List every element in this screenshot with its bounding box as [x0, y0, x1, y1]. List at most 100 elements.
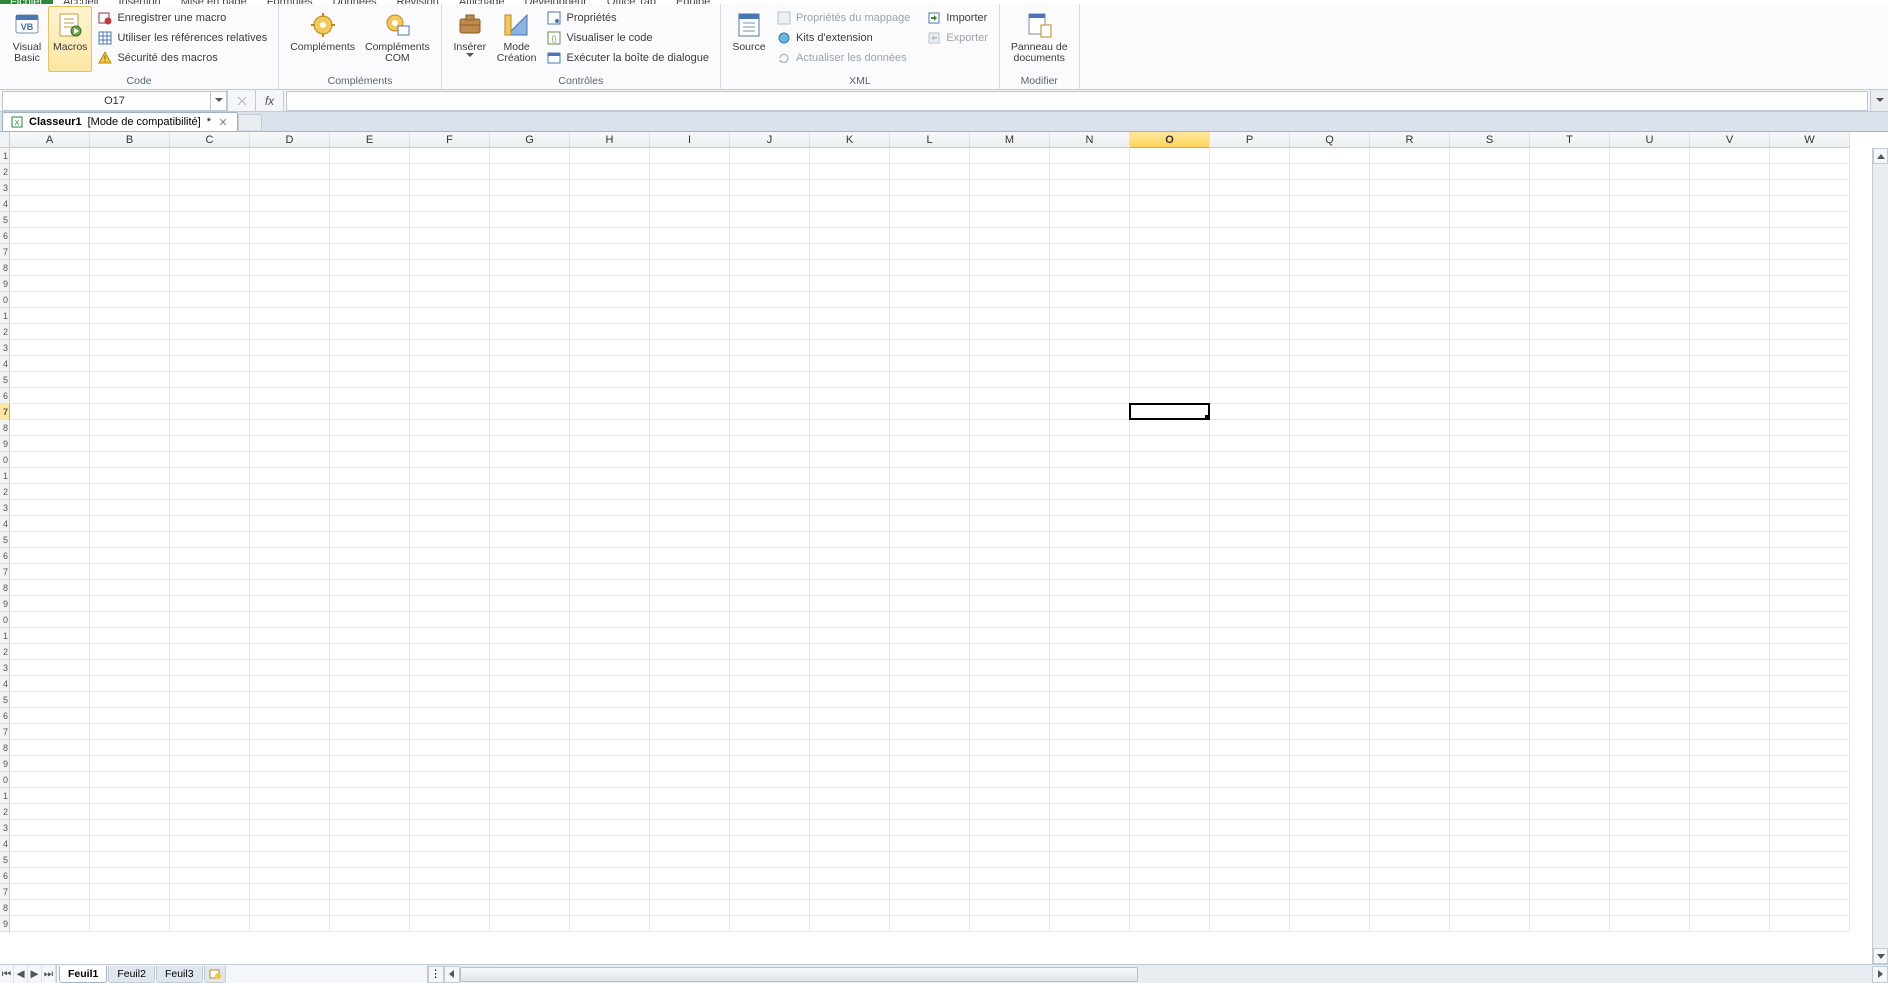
row-header[interactable]: 7 [0, 724, 10, 740]
sheet-nav-first[interactable]: ⏮ [0, 965, 14, 983]
row-header[interactable]: 4 [0, 356, 10, 372]
column-header[interactable]: V [1690, 132, 1770, 148]
row-header[interactable]: 3 [0, 340, 10, 356]
row-header[interactable]: 7 [0, 244, 10, 260]
sheet-tab[interactable]: Feuil1 [59, 966, 107, 983]
column-header[interactable]: B [90, 132, 170, 148]
macro-security-button[interactable]: ! Sécurité des macros [92, 48, 272, 67]
column-header[interactable]: N [1050, 132, 1130, 148]
name-box-dropdown[interactable] [210, 92, 226, 110]
scroll-up-button[interactable] [1873, 148, 1888, 164]
row-header[interactable]: 0 [0, 292, 10, 308]
row-header[interactable]: 6 [0, 548, 10, 564]
column-header[interactable]: P [1210, 132, 1290, 148]
workbook-tab[interactable]: X Classeur1 [Mode de compatibilité] * ✕ [2, 112, 238, 131]
row-header[interactable]: 3 [0, 180, 10, 196]
fx-cancel[interactable] [228, 90, 256, 111]
column-header[interactable]: H [570, 132, 650, 148]
row-header[interactable]: 1 [0, 788, 10, 804]
insert-control-button[interactable]: Insérer [448, 6, 492, 72]
cells-grid[interactable] [10, 148, 1888, 932]
macros-button[interactable]: Macros [48, 6, 92, 72]
row-header[interactable]: 4 [0, 676, 10, 692]
row-header[interactable]: 4 [0, 196, 10, 212]
name-box[interactable]: O17 [2, 91, 227, 111]
run-dialog-button[interactable]: Exécuter la boîte de dialogue [541, 48, 714, 67]
row-header[interactable]: 3 [0, 500, 10, 516]
row-header[interactable]: 8 [0, 580, 10, 596]
row-header[interactable]: 1 [0, 148, 10, 164]
row-header[interactable]: 6 [0, 868, 10, 884]
column-header[interactable]: S [1450, 132, 1530, 148]
record-macro-button[interactable]: Enregistrer une macro [92, 8, 272, 27]
row-header[interactable]: 2 [0, 644, 10, 660]
design-mode-button[interactable]: Mode Création [492, 6, 542, 72]
column-header[interactable]: F [410, 132, 490, 148]
row-header[interactable]: 2 [0, 164, 10, 180]
row-header[interactable]: 5 [0, 532, 10, 548]
column-header[interactable]: I [650, 132, 730, 148]
select-all-corner[interactable] [0, 132, 10, 148]
relative-refs-button[interactable]: Utiliser les références relatives [92, 28, 272, 47]
row-header[interactable]: 1 [0, 468, 10, 484]
column-header[interactable]: J [730, 132, 810, 148]
split-handle[interactable]: ⋮ [428, 966, 444, 983]
new-sheet-button[interactable] [204, 966, 226, 983]
row-header[interactable]: 2 [0, 324, 10, 340]
workbook-tab-placeholder[interactable] [238, 114, 262, 130]
column-header[interactable]: E [330, 132, 410, 148]
scroll-left-button[interactable] [444, 966, 460, 983]
row-header[interactable]: 2 [0, 484, 10, 500]
column-header[interactable]: O [1130, 132, 1210, 148]
expand-formula-bar[interactable] [1870, 90, 1888, 111]
row-header[interactable]: 7 [0, 404, 10, 420]
column-header[interactable]: D [250, 132, 330, 148]
properties-button[interactable]: Propriétés [541, 8, 714, 27]
row-header[interactable]: 6 [0, 228, 10, 244]
row-header[interactable]: 5 [0, 852, 10, 868]
column-header[interactable]: A [10, 132, 90, 148]
row-header[interactable]: 8 [0, 900, 10, 916]
row-header[interactable]: 8 [0, 420, 10, 436]
map-properties-button[interactable]: Propriétés du mappage [771, 8, 915, 27]
formula-input[interactable] [286, 91, 1868, 111]
row-header[interactable]: 3 [0, 660, 10, 676]
row-header[interactable]: 9 [0, 436, 10, 452]
row-header[interactable]: 5 [0, 692, 10, 708]
sheet-nav-prev[interactable]: ◀ [14, 965, 28, 983]
complements-button[interactable]: Compléments [285, 6, 360, 72]
view-code-button[interactable]: {} Visualiser le code [541, 28, 714, 47]
row-header[interactable]: 5 [0, 372, 10, 388]
row-header[interactable]: 2 [0, 804, 10, 820]
column-header[interactable]: C [170, 132, 250, 148]
column-header[interactable]: Q [1290, 132, 1370, 148]
row-header[interactable]: 8 [0, 260, 10, 276]
row-header[interactable]: 3 [0, 820, 10, 836]
sheet-tab[interactable]: Feuil2 [108, 966, 155, 983]
column-header[interactable]: T [1530, 132, 1610, 148]
refresh-data-button[interactable]: Actualiser les données [771, 48, 915, 67]
row-header[interactable]: 9 [0, 276, 10, 292]
row-header[interactable]: 5 [0, 212, 10, 228]
sheet-nav-last[interactable]: ⏭ [42, 965, 56, 983]
scroll-thumb[interactable] [460, 967, 1138, 982]
row-header[interactable]: 9 [0, 756, 10, 772]
row-header[interactable]: 1 [0, 628, 10, 644]
column-header[interactable]: G [490, 132, 570, 148]
row-header[interactable]: 4 [0, 516, 10, 532]
row-header[interactable]: 7 [0, 564, 10, 580]
row-header[interactable]: 6 [0, 388, 10, 404]
row-header[interactable]: 6 [0, 708, 10, 724]
column-header[interactable]: W [1770, 132, 1850, 148]
row-header[interactable]: 4 [0, 836, 10, 852]
close-workbook-tab[interactable]: ✕ [217, 116, 229, 128]
scroll-right-button[interactable] [1872, 966, 1888, 983]
row-header[interactable]: 9 [0, 916, 10, 932]
row-header[interactable]: 9 [0, 596, 10, 612]
export-button[interactable]: Exporter [921, 28, 993, 47]
row-header[interactable]: 0 [0, 772, 10, 788]
row-header[interactable]: 7 [0, 884, 10, 900]
column-header[interactable]: L [890, 132, 970, 148]
xml-source-button[interactable]: Source [727, 6, 771, 72]
row-header[interactable]: 1 [0, 308, 10, 324]
